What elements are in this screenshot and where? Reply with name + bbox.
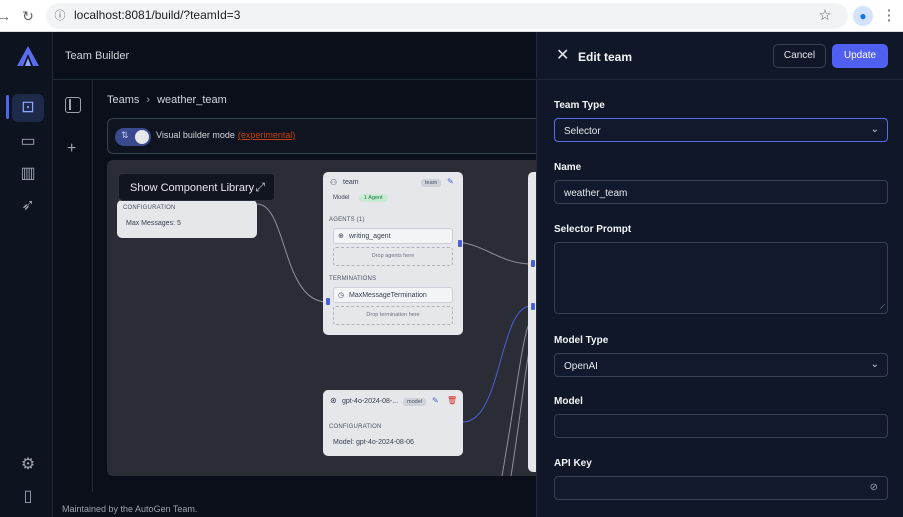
drawer-title: Edit team — [578, 50, 633, 64]
footer-text: Maintained by the AutoGen Team. — [62, 504, 198, 514]
library-button-label: Show Component Library — [130, 182, 255, 194]
experimental-link[interactable]: (experimental) — [238, 130, 296, 140]
agent-count-pill: 1 Agent — [359, 194, 388, 202]
termination-input-handle[interactable] — [326, 298, 330, 305]
api-key-input[interactable]: ⊘ — [554, 476, 888, 500]
termination-config-value: Max Messages: 5 — [126, 220, 181, 227]
edit-icon[interactable]: ✎ — [447, 177, 454, 186]
model-config-value: Model: gpt-4o-2024-08-06 — [333, 439, 414, 446]
termination-name: MaxMessageTermination — [349, 292, 427, 299]
model-node[interactable]: ⊛ gpt-4o-2024-08-... model ✎ 🗑 CONFIGURA… — [323, 390, 463, 456]
expand-icon: ⤢ — [255, 180, 265, 194]
name-input[interactable]: weather_team — [554, 180, 888, 204]
model-type-value: OpenAI — [564, 361, 598, 372]
close-icon[interactable]: ✕ — [556, 48, 569, 64]
model-input[interactable] — [554, 414, 888, 438]
add-team-icon[interactable]: + — [67, 140, 76, 158]
model-node-icon: ⊛ — [330, 396, 337, 405]
team-type-select[interactable]: Selector ⌄ — [554, 118, 888, 142]
model-type-label: Model Type — [554, 335, 609, 346]
sidebar-toggle-icon[interactable]: ▯ — [12, 483, 44, 511]
chat-icon[interactable]: ▭ — [12, 128, 44, 156]
model-node-title: gpt-4o-2024-08-... — [342, 398, 399, 405]
breadcrumb-teams[interactable]: Teams — [107, 94, 139, 106]
team-type-label: Team Type — [554, 100, 605, 111]
team-node-title: team — [343, 179, 359, 186]
visual-builder-label: Visual builder mode (experimental) — [156, 130, 296, 140]
name-label: Name — [554, 162, 582, 173]
selector-prompt-textarea[interactable]: ⟋ — [554, 242, 888, 314]
breadcrumb-current: weather_team — [157, 94, 227, 106]
rocket-icon[interactable]: ➶ — [12, 192, 44, 220]
toggle-knob — [135, 130, 149, 144]
edit-icon[interactable]: ✎ — [432, 396, 439, 405]
builder-canvas[interactable]: CONFIGURATION Max Messages: 5 ⚇ team tea… — [107, 160, 536, 476]
team-type-value: Selector — [564, 126, 601, 137]
icon-sidebar: ⊡ ▭ ▥ ➶ ⚙ ▯ — [0, 32, 53, 517]
terminations-dropzone[interactable]: Drop termination here — [333, 306, 453, 325]
panel-toggle-icon[interactable] — [65, 97, 81, 113]
page-title: Team Builder — [65, 50, 130, 62]
resize-grip-icon[interactable]: ⟋ — [880, 304, 885, 312]
terminations-section-label: TERMINATIONS — [329, 276, 377, 282]
bot-icon[interactable]: ⊡ — [12, 94, 44, 122]
termination-config-section: CONFIGURATION — [123, 205, 176, 211]
header-divider — [53, 79, 536, 80]
selector-prompt-label: Selector Prompt — [554, 224, 632, 235]
agent-name: writing_agent — [349, 233, 391, 240]
model-label: Model — [554, 396, 583, 407]
selector-input-handle[interactable] — [531, 260, 535, 267]
team-node-icon: ⚇ — [330, 178, 338, 187]
url-text[interactable]: localhost:8081/build/?teamId=3 — [74, 8, 240, 22]
chevron-down-icon: ⌄ — [870, 359, 879, 370]
termination-item[interactable]: ◷ MaxMessageTermination — [333, 287, 453, 303]
drawer-divider — [537, 79, 903, 80]
visual-builder-toggle[interactable]: ⇅ — [115, 128, 151, 146]
builder-toolbar: ⇅ Visual builder mode (experimental) — [107, 118, 536, 154]
termination-icon: ◷ — [338, 292, 345, 299]
active-indicator — [6, 95, 9, 119]
bookmark-star-icon[interactable]: ☆ — [815, 6, 835, 26]
app-root: → ↻ ⓘ localhost:8081/build/?teamId=3 ☆ ●… — [0, 0, 903, 517]
team-list-panel: + — [53, 80, 93, 492]
profile-icon[interactable]: ● — [853, 6, 873, 26]
toggle-glyph-icon: ⇅ — [121, 130, 129, 140]
browser-toolbar: → ↻ ⓘ localhost:8081/build/?teamId=3 ☆ ●… — [0, 0, 903, 32]
update-button[interactable]: Update — [832, 44, 888, 68]
reload-icon[interactable]: ↻ — [18, 6, 38, 26]
selector-node-partial[interactable] — [528, 172, 536, 472]
breadcrumb-chevron-icon: › — [146, 94, 151, 106]
model-node-tag: model — [403, 398, 426, 406]
forward-icon[interactable]: → — [0, 6, 14, 26]
menu-dots-icon[interactable]: ⋮ — [879, 6, 899, 26]
team-model-label: Model — [333, 195, 350, 201]
settings-icon[interactable]: ⚙ — [12, 451, 44, 479]
delete-icon[interactable]: 🗑 — [447, 396, 457, 405]
chevron-down-icon: ⌄ — [870, 124, 879, 135]
agents-section-label: AGENTS (1) — [329, 217, 365, 223]
api-key-label: API Key — [554, 458, 592, 469]
autogen-logo-icon[interactable] — [16, 45, 40, 67]
agent-item[interactable]: ⊕ writing_agent — [333, 228, 453, 244]
agents-dropzone[interactable]: Drop agents here — [333, 247, 453, 266]
edit-team-drawer: ✕ Edit team Cancel Update Team Type Sele… — [536, 32, 903, 517]
agent-output-handle[interactable] — [458, 240, 462, 247]
gallery-icon[interactable]: ▥ — [12, 160, 44, 188]
team-node-tag: team — [421, 179, 442, 187]
eye-off-icon[interactable]: ⊘ — [870, 482, 878, 493]
team-node[interactable]: ⚇ team team ✎ Model 1 Agent AGENTS (1) ⊕… — [323, 172, 463, 335]
model-config-section: CONFIGURATION — [329, 424, 382, 430]
cancel-button[interactable]: Cancel — [773, 44, 826, 68]
site-info-icon[interactable]: ⓘ — [50, 6, 70, 26]
model-type-select[interactable]: OpenAI ⌄ — [554, 353, 888, 377]
breadcrumb: Teams › weather_team — [107, 94, 227, 106]
termination-node[interactable]: CONFIGURATION Max Messages: 5 — [117, 200, 257, 238]
name-value: weather_team — [564, 188, 628, 199]
show-component-library-button[interactable]: Show Component Library ⤢ — [118, 173, 275, 201]
selector-input-handle-2[interactable] — [531, 303, 535, 310]
agent-icon: ⊕ — [338, 233, 344, 240]
